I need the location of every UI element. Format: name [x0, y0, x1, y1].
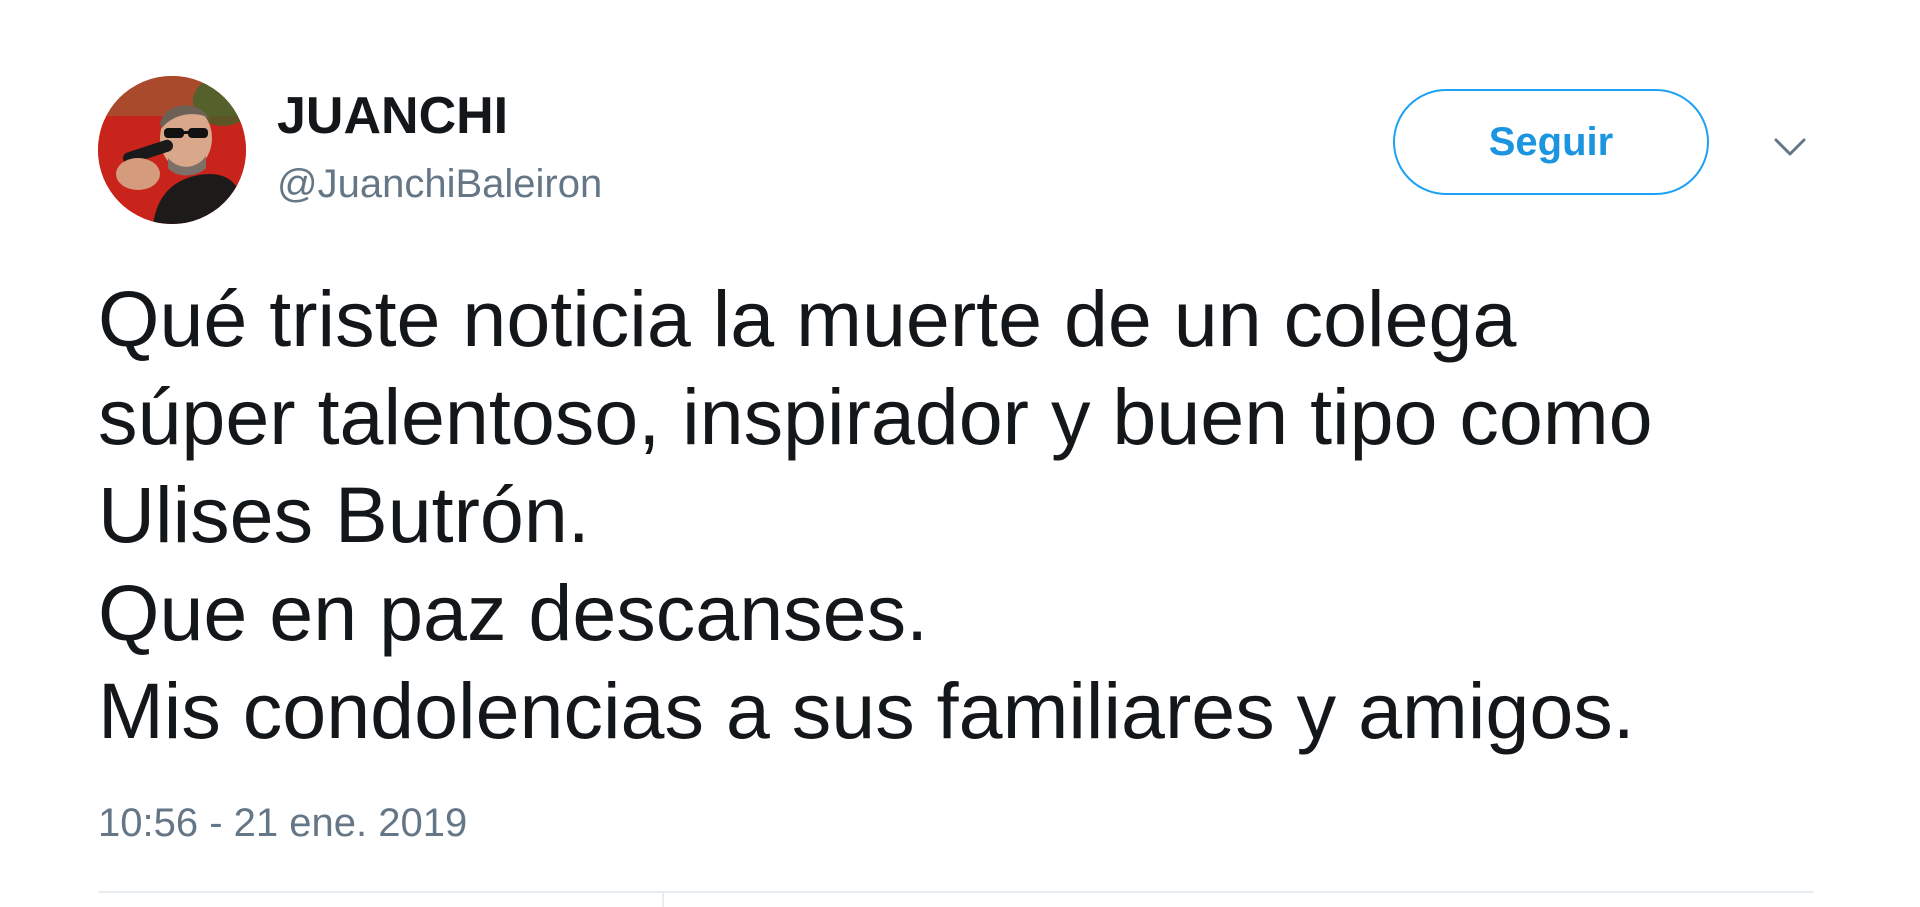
tweet-text-line: Mis condolencias a sus familiares y amig… [98, 666, 1635, 755]
avatar[interactable] [98, 76, 246, 224]
tweet-text-line: Que en paz descanses. [98, 568, 929, 657]
tweet-text-line: súper talentoso, inspirador y buen tipo … [98, 372, 1653, 461]
follow-button[interactable]: Seguir [1393, 89, 1709, 195]
tweet-card: JUANCHI @JuanchiBaleiron Seguir Qué tris… [0, 0, 1920, 907]
divider-vertical [662, 893, 664, 907]
user-handle[interactable]: @JuanchiBaleiron [277, 158, 602, 210]
chevron-down-icon[interactable] [1770, 132, 1810, 162]
tweet-text-line: Ulises Butrón. [98, 470, 590, 559]
display-name[interactable]: JUANCHI [277, 84, 508, 148]
divider [98, 891, 1814, 893]
tweet-text-line: Qué triste noticia la muerte de un coleg… [98, 274, 1517, 363]
avatar-image [98, 76, 246, 224]
tweet-timestamp[interactable]: 10:56 - 21 ene. 2019 [98, 797, 467, 849]
tweet-text: Qué triste noticia la muerte de un coleg… [98, 270, 1878, 760]
